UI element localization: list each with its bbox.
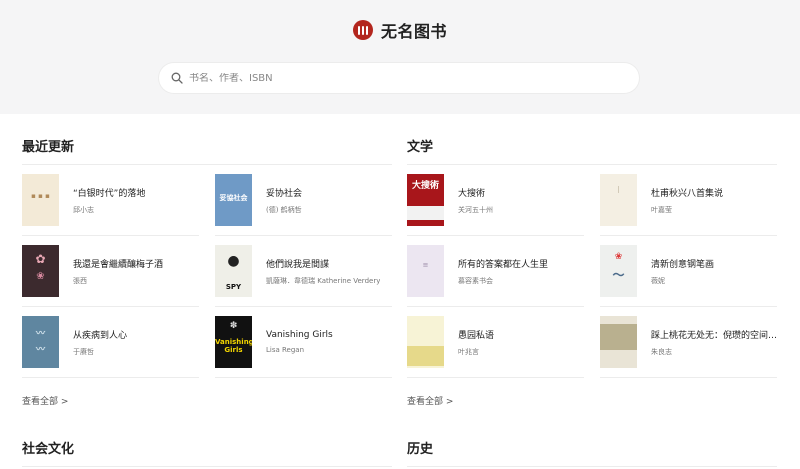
book-cover: ❀ 〜 bbox=[600, 245, 637, 297]
brand[interactable]: 无名图书 bbox=[0, 18, 800, 42]
book-cover: ｜ bbox=[600, 174, 637, 226]
book-title: 所有的答案都在人生里 bbox=[458, 259, 549, 270]
book-item[interactable]: ● SPY 他們說我是間諜凱薩琳．韋德瑞 Katherine Verdery bbox=[215, 236, 392, 307]
book-cover: ≡ bbox=[407, 245, 444, 297]
book-item[interactable]: 愚园私语 叶兆言 bbox=[407, 307, 584, 378]
section-title: 最近更新 bbox=[22, 139, 392, 165]
book-item[interactable]: ▪ ▪ ▪ “白银时代”的落地 邱小志 bbox=[22, 165, 199, 236]
book-title: 从疾病到人心 bbox=[73, 330, 128, 341]
book-item[interactable]: 踩上桃花无处无：倪瓒的空间… 朱良志 bbox=[600, 307, 777, 378]
section-title: 社会文化 bbox=[22, 441, 392, 467]
book-author: 叶兆言 bbox=[458, 347, 479, 356]
book-item[interactable]: ✿ ❀ 我還是會繼續釀梅子酒 張西 bbox=[22, 236, 199, 307]
cover-text: SPY bbox=[225, 283, 242, 291]
book-title: 他們說我是間諜 bbox=[266, 259, 330, 270]
book-author: (德) 鹤柄哲 bbox=[266, 205, 302, 214]
book-item[interactable]: 大搜術 大搜術关河五十州 bbox=[407, 165, 584, 236]
book-cover: 妥協社会 bbox=[215, 174, 252, 226]
book-cover: ✿ ❀ bbox=[22, 245, 59, 297]
section-title: 文学 bbox=[407, 139, 777, 165]
book-cover bbox=[600, 316, 637, 368]
book-cover bbox=[407, 316, 444, 368]
book-author: 凱薩琳．韋德瑞 Katherine Verdery bbox=[266, 276, 381, 285]
book-cover: ▪ ▪ ▪ bbox=[22, 174, 59, 226]
book-author: 邱小志 bbox=[73, 205, 94, 214]
cover-text: 大搜術 bbox=[411, 181, 439, 191]
cover-text: Vanishing Girls bbox=[215, 338, 252, 354]
book-cover: 大搜術 bbox=[407, 174, 444, 226]
search-input[interactable] bbox=[189, 72, 609, 84]
book-cover: ● SPY bbox=[215, 245, 252, 297]
site-title: 无名图书 bbox=[380, 22, 447, 41]
book-author: Lisa Regan bbox=[266, 346, 305, 354]
book-author: 薇妮 bbox=[651, 276, 665, 285]
book-author: 慕容素书会 bbox=[458, 276, 493, 285]
book-item[interactable]: ✽ Vanishing Girls Vanishing Girls Lisa Re… bbox=[215, 307, 392, 378]
section-history: 历史 bbox=[407, 441, 777, 467]
book-item[interactable]: ≡ 所有的答案都在人生里 慕容素书会 bbox=[407, 236, 584, 307]
view-all-link[interactable]: 查看全部 > bbox=[407, 394, 453, 407]
view-all-link[interactable]: 查看全部 > bbox=[22, 394, 68, 407]
book-item[interactable]: ｜ 杜甫秋兴八首集说 叶嘉莹 bbox=[600, 165, 777, 236]
book-author: 叶嘉莹 bbox=[651, 205, 672, 214]
book-title: 清新创意钢笔画 bbox=[651, 259, 715, 270]
book-title: 我還是會繼續釀梅子酒 bbox=[73, 259, 164, 270]
section-title: 历史 bbox=[407, 441, 777, 467]
header: 无名图书 bbox=[0, 0, 800, 114]
book-title: 大搜術 bbox=[458, 188, 486, 199]
search-bar[interactable] bbox=[159, 63, 639, 93]
section-society-culture: 社会文化 bbox=[22, 441, 392, 467]
book-cover: 〰 〰 bbox=[22, 316, 59, 368]
book-author: 張西 bbox=[73, 276, 87, 285]
book-author: 于赓哲 bbox=[73, 347, 94, 356]
book-author: 关河五十州 bbox=[458, 205, 493, 214]
book-title: 妥协社会 bbox=[266, 188, 303, 199]
book-author: 朱良志 bbox=[651, 347, 672, 356]
book-title: 愚园私语 bbox=[458, 330, 495, 341]
section-recent: 最近更新 ▪ ▪ ▪ “白银时代”的落地 邱小志 妥協社会 妥协社会 (德) 鹤柄哲… bbox=[22, 139, 392, 408]
book-cover: ✽ Vanishing Girls bbox=[215, 316, 252, 368]
book-title: 踩上桃花无处无：倪瓒的空间… bbox=[651, 330, 777, 341]
book-item[interactable]: 妥協社会 妥协社会 (德) 鹤柄哲 bbox=[215, 165, 392, 236]
book-logo-icon bbox=[352, 20, 373, 40]
section-literature: 文学 大搜術 大搜術关河五十州 ｜ 杜甫秋兴八首集说 叶嘉莹 ≡ 所有的答案都在人… bbox=[407, 139, 777, 408]
cover-text: 妥協社会 bbox=[219, 194, 248, 202]
book-title: Vanishing Girls bbox=[266, 330, 333, 340]
book-title: 杜甫秋兴八首集说 bbox=[651, 188, 724, 199]
book-title: “白银时代”的落地 bbox=[73, 188, 146, 199]
book-item[interactable]: 〰 〰 从疾病到人心 于赓哲 bbox=[22, 307, 199, 378]
book-item[interactable]: ❀ 〜 清新创意钢笔画 薇妮 bbox=[600, 236, 777, 307]
search-icon bbox=[171, 72, 183, 84]
